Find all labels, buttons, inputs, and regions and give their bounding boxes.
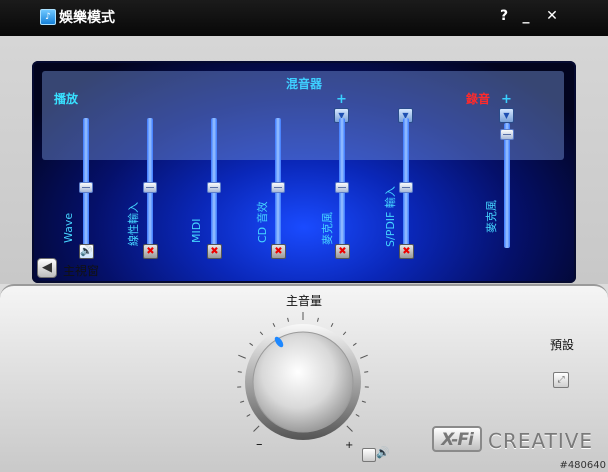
mixer-screen: 混音器 播放 錄音 Wave 🔊 線性輸入 ✖ MIDI ✖ CD 音效 ✖ +…: [32, 61, 576, 283]
dial-tick: [259, 331, 264, 336]
dial-tick: [330, 322, 334, 327]
dial-tick: [238, 354, 246, 359]
dial-tick: [237, 371, 242, 373]
midi-slider-thumb[interactable]: [207, 182, 221, 193]
mixer-title: 混音器: [285, 77, 322, 91]
wave-slider-thumb[interactable]: [79, 182, 93, 193]
mute-toggle-button[interactable]: [362, 448, 376, 462]
mic-boost-plus-icon: +: [336, 92, 347, 107]
dial-tick: [249, 342, 254, 346]
mixer-panel: 混音器 播放 錄音 Wave 🔊 線性輸入 ✖ MIDI ✖ CD 音效 ✖ +…: [0, 36, 608, 284]
preset-label: 預設: [550, 338, 575, 352]
midi-mute-button[interactable]: ✖: [207, 244, 222, 259]
dial-max-sign: +: [345, 440, 353, 451]
dial-tick: [316, 317, 319, 322]
speaker-icon: 🔊: [376, 446, 390, 459]
close-button[interactable]: ✕: [542, 6, 562, 26]
minimize-button[interactable]: _: [516, 6, 536, 26]
channel-label-spdif: S/PDIF 輸入: [384, 186, 397, 247]
mic-mute-button[interactable]: ✖: [335, 244, 350, 259]
dial-tick: [352, 342, 357, 346]
channel-label-cd: CD 音效: [256, 201, 269, 243]
spdif-slider-thumb[interactable]: [399, 182, 413, 193]
dial-tick: [346, 425, 353, 432]
record-options-dropdown[interactable]: ▼: [499, 108, 514, 123]
dial-tick: [355, 413, 360, 417]
wave-mute-button[interactable]: 🔊: [79, 244, 94, 259]
title-bar: ♪ 娛樂模式 ? _ ✕: [0, 0, 608, 36]
help-button[interactable]: ?: [494, 6, 514, 26]
app-logo-icon: ♪: [40, 9, 56, 25]
dial-tick: [342, 331, 347, 336]
xfi-logo: X-Fi: [432, 426, 482, 452]
channel-label-line-in: 線性輸入: [127, 202, 140, 246]
cd-slider-thumb[interactable]: [271, 182, 285, 193]
cd-mute-button[interactable]: ✖: [271, 244, 286, 259]
line-in-slider-thumb[interactable]: [143, 182, 157, 193]
mic-slider-thumb[interactable]: [335, 182, 349, 193]
record-boost-plus-icon: +: [501, 92, 512, 107]
back-to-main-window-button[interactable]: ◀: [37, 258, 57, 278]
master-volume-knob[interactable]: [252, 331, 354, 433]
watermark-text: #480640: [559, 460, 606, 471]
dial-tick: [253, 425, 260, 432]
dial-tick: [272, 322, 276, 327]
dial-min-sign: –: [256, 437, 263, 452]
spdif-mute-button[interactable]: ✖: [399, 244, 414, 259]
line-in-mute-button[interactable]: ✖: [143, 244, 158, 259]
preset-button[interactable]: ⤢: [553, 372, 569, 388]
dial-tick: [240, 400, 245, 403]
dial-tick: [361, 400, 366, 403]
main-window-label: 主視窗: [63, 264, 100, 278]
master-volume-panel: 主音量 – + 預設 ⤢ 🔊 X-Fi CREATIVE #480640: [0, 284, 608, 472]
master-volume-dial-graphic: – +: [237, 312, 369, 452]
channel-label-record-mic: 麥克風: [485, 200, 498, 233]
dial-tick: [360, 354, 368, 359]
channel-label-mic: 麥克風: [321, 212, 334, 245]
playback-label: 播放: [54, 92, 79, 106]
creative-logo: CREATIVE: [488, 429, 594, 453]
dial-tick: [246, 413, 251, 417]
record-mic-slider-thumb[interactable]: [500, 129, 514, 140]
record-label: 錄音: [466, 92, 491, 106]
channel-label-midi: MIDI: [190, 218, 203, 243]
dial-tick: [287, 317, 290, 322]
channel-label-wave: Wave: [62, 212, 75, 243]
dial-tick: [364, 371, 369, 373]
window-title: 娛樂模式: [59, 10, 115, 26]
record-mic-slider-track[interactable]: [504, 123, 510, 248]
